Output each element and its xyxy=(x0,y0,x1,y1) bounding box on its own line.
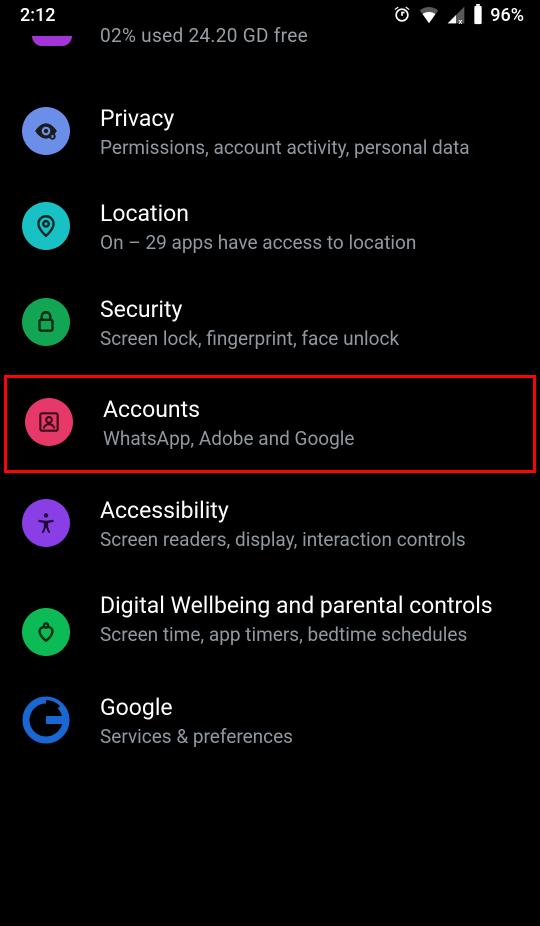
settings-item-accounts[interactable]: Accounts WhatsApp, Adobe and Google xyxy=(4,375,536,472)
battery-percent: 96% xyxy=(490,5,524,26)
google-icon xyxy=(22,696,70,744)
item-subtitle: Screen lock, fingerprint, face unlock xyxy=(100,327,520,352)
item-subtitle: WhatsApp, Adobe and Google xyxy=(103,427,515,452)
wifi-icon xyxy=(418,4,440,26)
settings-item-privacy[interactable]: Privacy Permissions, account activity, p… xyxy=(0,85,540,180)
wellbeing-icon xyxy=(22,608,70,656)
item-title: Location xyxy=(100,200,520,229)
item-subtitle: Services & preferences xyxy=(100,725,520,750)
item-subtitle: Screen time, app timers, bedtime schedul… xyxy=(100,623,520,648)
settings-item-wellbeing[interactable]: Digital Wellbeing and parental controls … xyxy=(0,572,540,676)
settings-text: Location On – 29 apps have access to loc… xyxy=(100,200,520,255)
item-subtitle: On – 29 apps have access to location xyxy=(100,231,520,256)
settings-item-google[interactable]: Google Services & preferences xyxy=(0,676,540,767)
settings-text: Google Services & preferences xyxy=(100,694,520,749)
settings-item-security[interactable]: Security Screen lock, fingerprint, face … xyxy=(0,276,540,371)
item-title: Security xyxy=(100,296,520,325)
status-time: 2:12 xyxy=(20,5,55,26)
item-title: Accessibility xyxy=(100,497,520,526)
settings-item-location[interactable]: Location On – 29 apps have access to loc… xyxy=(0,180,540,275)
settings-text: Accessibility Screen readers, display, i… xyxy=(100,497,520,552)
settings-item-accessibility[interactable]: Accessibility Screen readers, display, i… xyxy=(0,477,540,572)
battery-icon xyxy=(472,4,484,26)
location-icon xyxy=(22,202,70,250)
alarm-icon xyxy=(392,5,412,25)
svg-text:x: x xyxy=(459,17,463,25)
settings-text: Privacy Permissions, account activity, p… xyxy=(100,105,520,160)
storage-icon-partial xyxy=(32,36,72,46)
status-icons: x 96% xyxy=(392,4,524,26)
privacy-icon xyxy=(22,107,70,155)
item-subtitle: Screen readers, display, interaction con… xyxy=(100,528,520,553)
settings-text: Security Screen lock, fingerprint, face … xyxy=(100,296,520,351)
storage-subtitle-partial: 02% used 24.20 GD free xyxy=(0,24,540,47)
signal-icon: x xyxy=(446,5,466,25)
security-icon xyxy=(22,298,70,346)
item-subtitle: Permissions, account activity, personal … xyxy=(100,136,520,161)
item-title: Digital Wellbeing and parental controls xyxy=(100,592,520,621)
settings-text: Digital Wellbeing and parental controls … xyxy=(100,592,520,647)
accessibility-icon xyxy=(22,499,70,547)
settings-list: Privacy Permissions, account activity, p… xyxy=(0,85,540,768)
settings-text: Accounts WhatsApp, Adobe and Google xyxy=(103,396,515,451)
accounts-icon xyxy=(25,398,73,446)
item-title: Accounts xyxy=(103,396,515,425)
item-title: Google xyxy=(100,694,520,723)
item-title: Privacy xyxy=(100,105,520,134)
